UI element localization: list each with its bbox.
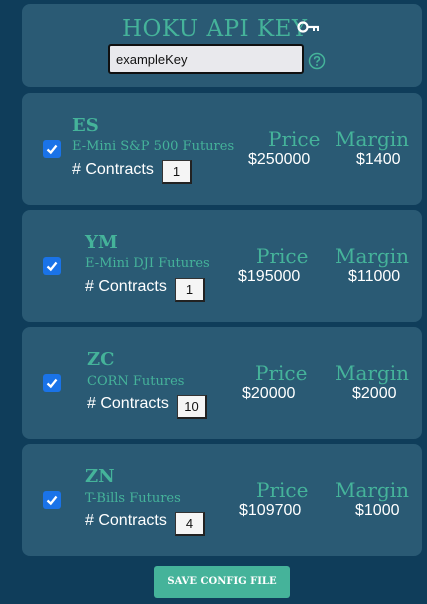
futures-card-es: ES E-Mini S&P 500 Futures # Contracts 1 … xyxy=(22,93,422,205)
price-header: Price xyxy=(268,127,321,151)
margin-header: Margin xyxy=(335,361,410,385)
futures-ticker: YM xyxy=(85,232,118,253)
margin-header: Margin xyxy=(335,127,410,151)
price-value: $195000 xyxy=(238,268,301,285)
api-key-input[interactable] xyxy=(108,44,304,74)
api-key-panel: HOKU API KEY xyxy=(22,4,422,87)
contracts-label: # Contracts xyxy=(72,161,154,178)
futures-name: E-Mini S&P 500 Futures xyxy=(72,139,235,154)
margin-header: Margin xyxy=(335,244,410,268)
contracts-input[interactable]: 1 xyxy=(175,278,205,302)
margin-value: $11000 xyxy=(348,268,401,285)
futures-checkbox[interactable] xyxy=(43,257,61,275)
contracts-input[interactable]: 10 xyxy=(177,395,207,419)
margin-value: $1000 xyxy=(355,502,400,519)
contracts-label: # Contracts xyxy=(85,512,167,529)
price-value: $20000 xyxy=(242,385,296,402)
futures-card-zc: ZC CORN Futures # Contracts 10 Price $20… xyxy=(22,327,422,439)
margin-value: $1400 xyxy=(356,151,401,168)
price-header: Price xyxy=(256,478,309,502)
futures-ticker: ZN xyxy=(85,466,115,487)
futures-checkbox[interactable] xyxy=(43,491,61,509)
margin-header: Margin xyxy=(335,478,410,502)
contracts-input[interactable]: 1 xyxy=(162,160,192,184)
futures-ticker: ES xyxy=(72,115,99,136)
price-header: Price xyxy=(255,361,308,385)
key-icon xyxy=(297,19,321,38)
futures-checkbox[interactable] xyxy=(43,140,61,158)
help-circle-icon[interactable] xyxy=(308,52,326,74)
futures-name: T-Bills Futures xyxy=(85,491,181,506)
futures-name: CORN Futures xyxy=(87,374,185,389)
contracts-label: # Contracts xyxy=(87,395,169,412)
margin-value: $2000 xyxy=(352,385,397,402)
futures-checkbox[interactable] xyxy=(43,374,61,392)
save-config-button[interactable]: SAVE CONFIG FILE xyxy=(154,566,290,598)
contracts-input[interactable]: 4 xyxy=(175,512,205,536)
price-header: Price xyxy=(256,244,309,268)
price-value: $109700 xyxy=(239,502,302,519)
futures-card-zn: ZN T-Bills Futures # Contracts 4 Price $… xyxy=(22,444,422,556)
futures-ticker: ZC xyxy=(87,349,115,370)
api-key-title: HOKU API KEY xyxy=(122,16,308,42)
price-value: $250000 xyxy=(248,151,311,168)
contracts-label: # Contracts xyxy=(85,278,167,295)
futures-card-ym: YM E-Mini DJI Futures # Contracts 1 Pric… xyxy=(22,210,422,322)
futures-name: E-Mini DJI Futures xyxy=(85,256,210,271)
